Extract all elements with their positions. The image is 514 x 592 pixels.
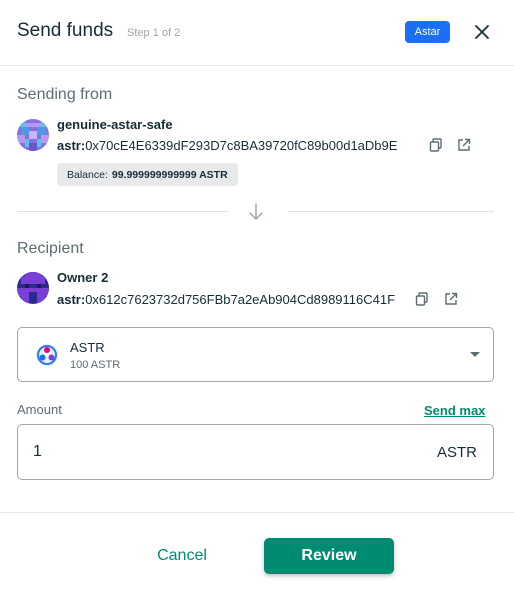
token-select[interactable]: ASTR 100 ASTR <box>17 327 494 382</box>
balance-value: 99.999999999999 ASTR <box>111 168 228 181</box>
recipient-name: Owner 2 <box>57 270 109 285</box>
arrow-down-icon <box>246 202 266 222</box>
amount-label: Amount <box>17 402 62 417</box>
recipient-prefix: astr: <box>57 292 86 307</box>
close-button[interactable] <box>468 18 496 46</box>
step-indicator: Step 1 of 2 <box>127 27 181 39</box>
sender-name: genuine-astar-safe <box>57 117 173 132</box>
open-sender-explorer-button[interactable] <box>455 136 473 154</box>
external-link-icon <box>458 138 471 151</box>
copy-icon <box>429 138 442 152</box>
copy-icon <box>415 292 428 306</box>
sender-prefix: astr: <box>57 138 86 153</box>
modal-header: Send funds Step 1 of 2 Astar <box>0 0 514 66</box>
divider-right <box>288 211 494 212</box>
recipient-avatar <box>17 272 49 304</box>
recipient-label: Recipient <box>17 240 84 257</box>
send-funds-modal: Send funds Step 1 of 2 Astar Sending fro… <box>0 0 514 592</box>
amount-field[interactable]: ASTR <box>17 424 494 480</box>
amount-input[interactable] <box>33 441 413 463</box>
astar-logo-icon <box>35 343 59 367</box>
copy-recipient-address-button[interactable] <box>413 290 431 308</box>
footer-divider <box>0 512 514 513</box>
cancel-button[interactable]: Cancel <box>140 539 224 573</box>
token-balance: 100 ASTR <box>70 359 121 371</box>
external-link-icon <box>445 292 458 305</box>
send-max-button[interactable]: Send max <box>424 403 485 418</box>
chevron-down-icon <box>470 352 480 357</box>
network-badge: Astar <box>405 21 450 43</box>
sender-avatar <box>17 119 49 151</box>
close-icon <box>475 25 489 39</box>
copy-sender-address-button[interactable] <box>427 136 445 154</box>
recipient-address: astr:0x612c7623732d756FBb7a2eAb904Cd8989… <box>57 292 395 307</box>
balance-label: Balance: <box>67 168 108 181</box>
sending-from-label: Sending from <box>17 86 113 103</box>
modal-title: Send funds <box>17 20 114 41</box>
recipient-address-value: 0x612c7623732d756FBb7a2eAb904Cd8989116C4… <box>85 292 396 307</box>
review-button[interactable]: Review <box>264 538 394 574</box>
sender-address: astr:0x70cE4E6339dF293D7c8BA39720fC89b00… <box>57 138 397 153</box>
divider-left <box>17 211 228 212</box>
amount-unit: ASTR <box>436 444 477 461</box>
token-symbol: ASTR <box>70 340 105 355</box>
open-recipient-explorer-button[interactable] <box>442 290 460 308</box>
sender-balance: Balance: 99.999999999999 ASTR <box>57 163 238 186</box>
sender-address-value: 0x70cE4E6339dF293D7c8BA39720fC89b00d1aDb… <box>85 138 398 153</box>
